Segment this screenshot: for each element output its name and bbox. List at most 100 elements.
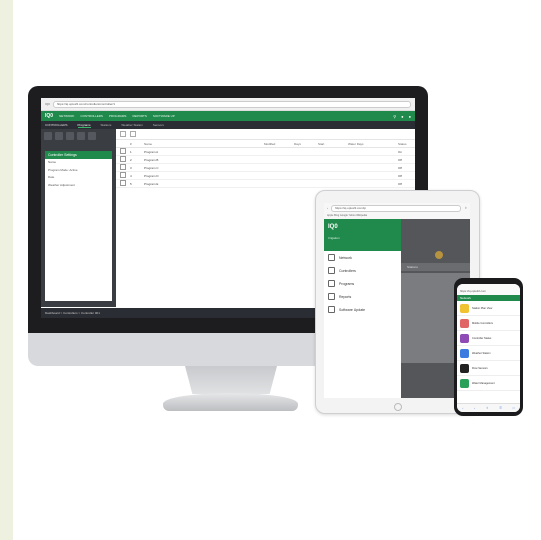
- row-checkbox[interactable]: [120, 164, 126, 170]
- phone-list-item[interactable]: Weather Station: [457, 346, 520, 361]
- phone-list-item[interactable]: Flow Sensors: [457, 361, 520, 376]
- table-row[interactable]: 5 Program E Off: [116, 180, 415, 188]
- row-status: Off: [398, 157, 402, 162]
- panel-row: Date: [48, 175, 55, 179]
- phone-list-item[interactable]: Controller Status: [457, 331, 520, 346]
- item-title: Mobile Controllers: [472, 321, 493, 325]
- back-icon[interactable]: ‹: [462, 406, 463, 410]
- row-name[interactable]: Program C: [144, 166, 264, 170]
- row-checkbox[interactable]: [120, 180, 126, 186]
- table-row[interactable]: 2 Program B Off: [116, 156, 415, 164]
- item-title: Flow Sensors: [472, 366, 488, 370]
- item-thumbnail: [460, 303, 469, 313]
- nav-reports[interactable]: REPORTS: [132, 114, 146, 118]
- col-days[interactable]: Days: [294, 142, 318, 146]
- tool-button[interactable]: [55, 132, 63, 140]
- row-checkbox[interactable]: [120, 148, 126, 154]
- tablet-home-button[interactable]: [394, 403, 402, 411]
- sidebar-toolbar: [41, 129, 116, 149]
- row-name[interactable]: Program A: [144, 150, 264, 154]
- bell-icon[interactable]: ●: [401, 114, 403, 119]
- menu-item-software-update[interactable]: Software Update: [324, 303, 401, 316]
- monitor-stand-neck: [185, 366, 277, 394]
- user-icon[interactable]: ●: [409, 114, 411, 119]
- item-title: Weather Station: [472, 351, 491, 355]
- row-name[interactable]: Program B: [144, 158, 264, 162]
- phone-address-bar[interactable]: https://iq.opto22.com: [457, 284, 520, 295]
- tool-button[interactable]: [77, 132, 85, 140]
- item-thumbnail: [460, 318, 469, 328]
- table-row[interactable]: 4 Program D Off: [116, 172, 415, 180]
- tablet-browser-bar: ‹ https://iq.opto22.com/ip ⇧: [324, 203, 470, 213]
- nav-software[interactable]: SOFTWARE UP: [153, 114, 175, 118]
- phone-list-item[interactable]: Station Plan View: [457, 301, 520, 316]
- forward-icon[interactable]: ›: [474, 406, 475, 410]
- menu-label: Network: [339, 255, 352, 260]
- panel-row: Weather Adjustment: [48, 182, 75, 187]
- app-logo[interactable]: IQ0: [45, 113, 53, 119]
- tab-sensors[interactable]: Sensors: [153, 123, 164, 127]
- tool-button[interactable]: [44, 132, 52, 140]
- row-number: 5: [130, 181, 132, 186]
- back-icon[interactable]: ‹: [327, 206, 328, 210]
- col-name[interactable]: Name: [144, 142, 264, 146]
- tablet-logo: IQ0: [328, 224, 338, 230]
- col-modified[interactable]: Modified: [264, 142, 294, 146]
- nav-controllers[interactable]: CONTROLLERS: [80, 114, 103, 118]
- menu-item-controllers[interactable]: Controllers: [324, 264, 401, 277]
- col-start[interactable]: Start: [318, 142, 348, 146]
- search-icon[interactable]: ⚲: [393, 114, 396, 119]
- col-status[interactable]: Status: [398, 142, 407, 146]
- tool-button[interactable]: [88, 132, 96, 140]
- menu-item-reports[interactable]: Reports: [324, 290, 401, 303]
- reports-icon: [328, 293, 335, 300]
- table-toolbar: [116, 129, 415, 140]
- menu-label: Reports: [339, 294, 352, 299]
- row-status: Off: [398, 173, 402, 178]
- programs-icon: [328, 280, 335, 287]
- sidebar: Controller Settings Name Program Mode: A…: [41, 129, 116, 307]
- network-icon: [328, 254, 335, 261]
- tab-weather-station[interactable]: Weather Station: [121, 123, 142, 127]
- tablet-address-bar[interactable]: https://iq.opto22.com/ip: [331, 204, 462, 212]
- table-row[interactable]: 1 Program A On: [116, 148, 415, 156]
- bookmarks-icon[interactable]: ☰: [499, 406, 502, 410]
- menu-item-network[interactable]: Network: [324, 251, 401, 264]
- phone-list-item[interactable]: Mobile Controllers: [457, 316, 520, 331]
- tool-button[interactable]: [66, 132, 74, 140]
- phone-browser-toolbar: ‹ › ⇧ ☰ □: [457, 403, 520, 412]
- page-title: CONTROLLERS: [45, 123, 68, 127]
- delete-icon[interactable]: [130, 131, 136, 137]
- add-icon[interactable]: [120, 131, 126, 137]
- tab-programs[interactable]: Programs: [77, 123, 91, 128]
- row-number: 4: [130, 173, 132, 178]
- item-title: Controller Status: [472, 336, 492, 340]
- share-icon[interactable]: ⇧: [464, 206, 467, 210]
- col-number[interactable]: #: [130, 142, 144, 146]
- menu-label: Programs: [339, 281, 355, 286]
- row-status: On: [398, 149, 403, 154]
- table-header: # Name Modified Days Start Water Days St…: [116, 140, 415, 148]
- row-checkbox[interactable]: [120, 172, 126, 178]
- row-name[interactable]: Program E: [144, 182, 264, 186]
- subheader: CONTROLLERS Programs Stations Weather St…: [41, 121, 415, 129]
- browser-tab[interactable]: IQ0: [45, 102, 50, 106]
- panel-title: Controller Settings: [45, 151, 112, 159]
- share-icon[interactable]: ⇧: [486, 406, 489, 410]
- tablet-brand-sub: Irrigation: [328, 236, 340, 240]
- app-header: IQ0 NETWORK CONTROLLERS PROGRAMS REPORTS…: [41, 111, 415, 121]
- col-water-days[interactable]: Water Days: [348, 142, 398, 146]
- row-name[interactable]: Program D: [144, 174, 264, 178]
- panel-row: Name: [48, 160, 57, 164]
- nav-programs[interactable]: PROGRAMS: [109, 114, 127, 118]
- menu-item-programs[interactable]: Programs: [324, 277, 401, 290]
- phone-list-item[interactable]: Water Management: [457, 376, 520, 391]
- row-checkbox[interactable]: [120, 156, 126, 162]
- address-bar[interactable]: https://iq.opto22.com/controllers/contro…: [52, 100, 411, 108]
- row-number: 2: [130, 157, 132, 162]
- tab-stations[interactable]: Stations: [101, 123, 112, 127]
- tabs-icon[interactable]: □: [513, 406, 515, 410]
- table-row[interactable]: 3 Program C Off: [116, 164, 415, 172]
- nav-network[interactable]: NETWORK: [59, 114, 74, 118]
- user-avatar[interactable]: [435, 251, 443, 259]
